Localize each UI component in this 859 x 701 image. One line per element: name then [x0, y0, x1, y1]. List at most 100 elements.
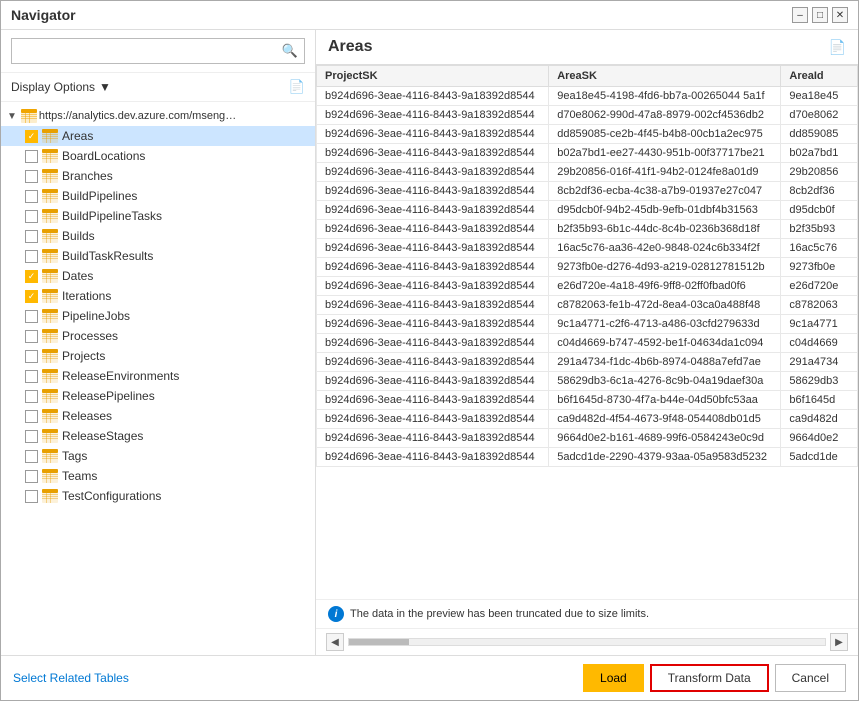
checkbox-buildpipelines[interactable] — [25, 190, 38, 203]
checkbox-boardlocations[interactable] — [25, 150, 38, 163]
checkbox-tags[interactable] — [25, 450, 38, 463]
tree-item-branches[interactable]: Branches — [1, 166, 315, 186]
minimize-button[interactable]: ‒ — [792, 7, 808, 23]
tree-item-builds[interactable]: Builds — [1, 226, 315, 246]
checkbox-builds[interactable] — [25, 230, 38, 243]
table-row: b924d696-3eae-4116-8443-9a18392d85448cb2… — [317, 182, 858, 201]
tree-item-buildtaskresults[interactable]: BuildTaskResults — [1, 246, 315, 266]
tree-item-label: Branches — [62, 169, 113, 183]
tree-item-tags[interactable]: Tags — [1, 446, 315, 466]
table-cell: d70e8062 — [781, 106, 858, 125]
table-icon — [42, 229, 58, 243]
tree-item-iterations[interactable]: ✓ Iterations — [1, 286, 315, 306]
right-panel-title: Areas — [328, 38, 372, 56]
table-cell: b924d696-3eae-4116-8443-9a18392d8544 — [317, 448, 549, 467]
tree-root-item[interactable]: ▼ https://analytics.dev.azure.com/mse — [1, 106, 315, 126]
transform-data-button[interactable]: Transform Data — [650, 664, 769, 692]
table-cell: b924d696-3eae-4116-8443-9a18392d8544 — [317, 296, 549, 315]
checkbox-projects[interactable] — [25, 350, 38, 363]
table-cell: 16ac5c76-aa36-42e0-9848-024c6b334f2f — [549, 239, 781, 258]
table-cell: 9273fb0e — [781, 258, 858, 277]
display-options-button[interactable]: Display Options ▼ — [11, 80, 111, 94]
tree-item-boardlocations[interactable]: BoardLocations — [1, 146, 315, 166]
checkbox-teams[interactable] — [25, 470, 38, 483]
tree-area[interactable]: ▼ https://analytics.dev.azure.com/mse — [1, 102, 315, 655]
tree-item-releasepipelines[interactable]: ReleasePipelines — [1, 386, 315, 406]
display-options-extra-icon: 📄 — [289, 79, 305, 95]
column-header-projectsk: ProjectSK — [317, 66, 549, 87]
tree-item-teams[interactable]: Teams — [1, 466, 315, 486]
horizontal-scrollbar[interactable]: ◀ ▶ — [316, 628, 858, 655]
right-panel: Areas 📄 ProjectSKAreaSKAreaId b924d696-3… — [316, 30, 858, 655]
tree-item-dates[interactable]: ✓ Dates — [1, 266, 315, 286]
select-related-tables-button[interactable]: Select Related Tables — [13, 667, 129, 689]
table-icon — [42, 349, 58, 363]
checkbox-pipelinejobs[interactable] — [25, 310, 38, 323]
checkbox-processes[interactable] — [25, 330, 38, 343]
checkbox-areas[interactable]: ✓ — [25, 130, 38, 143]
table-icon — [42, 389, 58, 403]
tree-item-buildpipelines[interactable]: BuildPipelines — [1, 186, 315, 206]
table-cell: b02a7bd1-ee27-4430-951b-00f37717be21 — [549, 144, 781, 163]
load-button[interactable]: Load — [583, 664, 644, 692]
tree-item-releasestages[interactable]: ReleaseStages — [1, 426, 315, 446]
scrollbar-thumb[interactable] — [349, 639, 409, 645]
table-cell: b924d696-3eae-4116-8443-9a18392d8544 — [317, 410, 549, 429]
column-header-areask: AreaSK — [549, 66, 781, 87]
cancel-button[interactable]: Cancel — [775, 664, 846, 692]
table-icon — [42, 429, 58, 443]
window-title: Navigator — [11, 7, 76, 23]
checkbox-iterations[interactable]: ✓ — [25, 290, 38, 303]
table-cell: b02a7bd1 — [781, 144, 858, 163]
tree-item-label: ReleasePipelines — [62, 389, 155, 403]
checkbox-testconfigurations[interactable] — [25, 490, 38, 503]
table-row: b924d696-3eae-4116-8443-9a18392d85445adc… — [317, 448, 858, 467]
table-row: b924d696-3eae-4116-8443-9a18392d854416ac… — [317, 239, 858, 258]
checkbox-releasestages[interactable] — [25, 430, 38, 443]
scroll-right-button[interactable]: ▶ — [830, 633, 848, 651]
maximize-button[interactable]: □ — [812, 7, 828, 23]
tree-item-releaseenvironments[interactable]: ReleaseEnvironments — [1, 366, 315, 386]
tree-item-label: Areas — [62, 129, 93, 143]
table-cell: dd859085-ce2b-4f45-b4b8-00cb1a2ec975 — [549, 125, 781, 144]
data-table-wrap[interactable]: ProjectSKAreaSKAreaId b924d696-3eae-4116… — [316, 65, 858, 599]
tree-item-label: Tags — [62, 449, 87, 463]
search-button[interactable]: 🔍 — [276, 39, 304, 63]
right-panel-icon-button[interactable]: 📄 — [829, 39, 846, 56]
table-cell: e26d720e-4a18-49f6-9ff8-02ff0fbad0f6 — [549, 277, 781, 296]
tree-item-testconfigurations[interactable]: TestConfigurations — [1, 486, 315, 506]
table-row: b924d696-3eae-4116-8443-9a18392d8544ca9d… — [317, 410, 858, 429]
content-area: 🔍 Display Options ▼ 📄 ▼ — [1, 30, 858, 655]
column-header-areaid: AreaId — [781, 66, 858, 87]
root-url-label: https://analytics.dev.azure.com/mseng/Az… — [39, 110, 239, 122]
info-icon: i — [328, 606, 344, 622]
table-cell: b924d696-3eae-4116-8443-9a18392d8544 — [317, 87, 549, 106]
checkbox-releases[interactable] — [25, 410, 38, 423]
scroll-left-button[interactable]: ◀ — [326, 633, 344, 651]
checkbox-branches[interactable] — [25, 170, 38, 183]
tree-item-pipelinejobs[interactable]: PipelineJobs — [1, 306, 315, 326]
close-button[interactable]: ✕ — [832, 7, 848, 23]
table-icon — [42, 409, 58, 423]
scrollbar-track[interactable] — [348, 638, 826, 646]
table-icon — [42, 129, 58, 143]
tree-item-buildpipelinetasks[interactable]: BuildPipelineTasks — [1, 206, 315, 226]
checkbox-buildtaskresults[interactable] — [25, 250, 38, 263]
table-cell: 29b20856-016f-41f1-94b2-0124fe8a01d9 — [549, 163, 781, 182]
tree-item-projects[interactable]: Projects — [1, 346, 315, 366]
checkbox-dates[interactable]: ✓ — [25, 270, 38, 283]
checkbox-buildpipelinetasks[interactable] — [25, 210, 38, 223]
display-options-bar: Display Options ▼ 📄 — [1, 73, 315, 102]
table-cell: 291a4734-f1dc-4b6b-8974-0488a7efd7ae — [549, 353, 781, 372]
table-cell: c04d4669-b747-4592-be1f-04634da1c094 — [549, 334, 781, 353]
tree-item-processes[interactable]: Processes — [1, 326, 315, 346]
search-input[interactable] — [12, 40, 276, 62]
checkbox-releasepipelines[interactable] — [25, 390, 38, 403]
tree-item-label: ReleaseEnvironments — [62, 369, 179, 383]
tree-item-areas[interactable]: ✓ Areas — [1, 126, 315, 146]
table-icon — [42, 249, 58, 263]
tree-item-label: TestConfigurations — [62, 489, 161, 503]
tree-item-releases[interactable]: Releases — [1, 406, 315, 426]
title-bar: Navigator ‒ □ ✕ — [1, 1, 858, 30]
checkbox-releaseenvironments[interactable] — [25, 370, 38, 383]
